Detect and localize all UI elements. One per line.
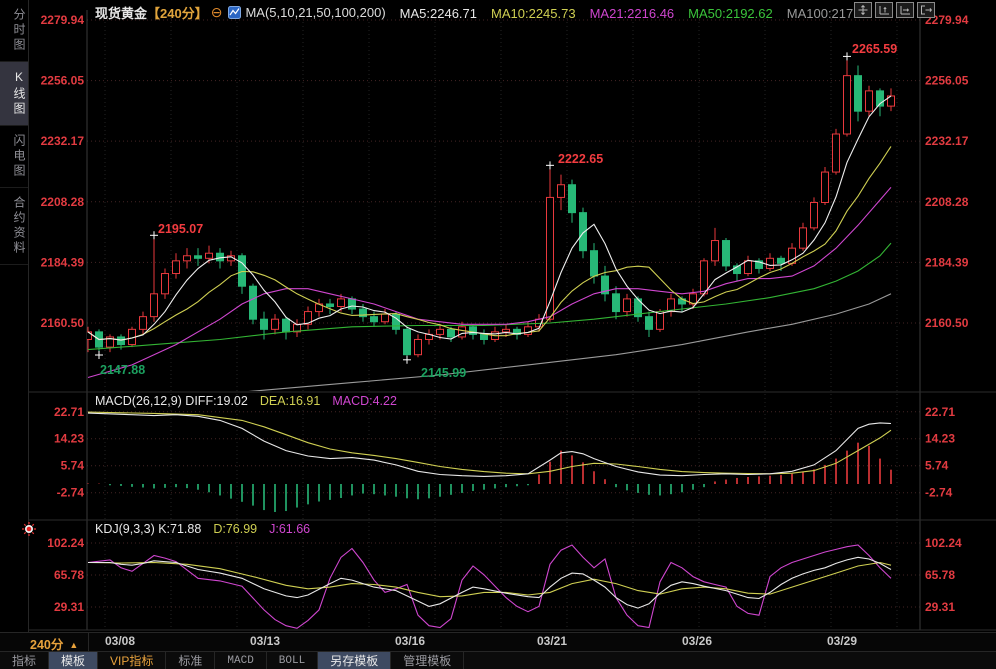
ma-value-1: MA10:2245.73 [491,6,576,21]
kdj-header: KDJ(9,3,3) K:71.88 D:76.99 J:61.66 [95,522,322,536]
macd-hdr-label-2: MACD:4.22 [332,394,397,408]
sidebar-item-1[interactable]: K线图 [0,62,28,126]
svg-text:2208.28: 2208.28 [925,195,969,209]
scale-axis-icon[interactable] [875,2,893,18]
svg-text:29.31: 29.31 [54,600,84,614]
svg-text:29.31: 29.31 [925,600,955,614]
svg-text:5.74: 5.74 [925,459,949,473]
kdj-hdr-label-1: D:76.99 [213,522,257,536]
ma-chart-icon [228,6,241,19]
svg-text:2256.05: 2256.05 [925,74,969,88]
pan-icon[interactable] [854,2,872,18]
ma-value-2: MA21:2216.46 [590,6,675,21]
svg-text:-2.74: -2.74 [57,486,85,500]
sidebar-item-2[interactable]: 闪电图 [0,126,28,188]
toolbar-item-5[interactable]: BOLL [267,652,318,669]
svg-text:2160.50: 2160.50 [925,316,969,330]
sidebar-item-3[interactable]: 合约资料 [0,188,28,265]
svg-text:22.71: 22.71 [925,405,955,419]
kdj-hdr-label-0: KDJ(9,3,3) K:71.88 [95,522,201,536]
svg-text:2160.50: 2160.50 [41,316,85,330]
svg-text:-2.74: -2.74 [925,486,953,500]
auto-scroll-icon[interactable] [896,2,914,18]
toolbar-item-6[interactable]: 另存模板 [318,652,391,669]
date-axis: 240分 ▲ 03/08 03/13 03/16 03/21 03/26 03/29 [0,632,996,652]
date-label: 03/13 [250,634,280,648]
app-root: 2279.942279.942256.052256.052232.172232.… [0,0,996,669]
svg-text:14.23: 14.23 [54,432,84,446]
toolbar-item-7[interactable]: 管理模板 [391,652,464,669]
ma-formula: MA(5,10,21,50,100,200) [245,5,385,20]
macd-hdr-label-0: MACD(26,12,9) DIFF:19.02 [95,394,248,408]
toolbar-item-4[interactable]: MACD [215,652,266,669]
svg-text:65.78: 65.78 [54,568,84,582]
annotations-layer: 2195.07 2147.88 2145.99 2222.65 2265.59 [95,42,897,380]
chart-canvas[interactable]: 2279.942279.942256.052256.052232.172232.… [0,0,996,632]
svg-text:5.74: 5.74 [61,459,85,473]
period-label: 【240分】 [147,6,208,21]
date-label: 03/21 [537,634,567,648]
toolbar-item-3[interactable]: 标准 [166,652,215,669]
ma-value-0: MA5:2246.71 [400,6,477,21]
chart-header: 现货黄金【240分】⊖MA(5,10,21,50,100,200)MA5:224… [95,3,853,19]
chart-toolbar-icons [854,2,935,18]
svg-text:2256.05: 2256.05 [41,74,85,88]
svg-text:2195.07: 2195.07 [158,222,203,236]
svg-text:2222.65: 2222.65 [558,152,603,166]
kdj-hdr-label-2: J:61.66 [269,522,310,536]
svg-text:2208.28: 2208.28 [41,195,85,209]
svg-text:2184.39: 2184.39 [41,255,85,269]
ma-value-3: MA50:2192.62 [688,6,773,21]
svg-text:14.23: 14.23 [925,432,955,446]
instrument-title: 现货黄金 [95,6,147,21]
date-label: 03/16 [395,634,425,648]
macd-hdr-label-1: DEA:16.91 [260,394,320,408]
sidebar-item-0[interactable]: 分时图 [0,0,28,62]
toolbar-item-1[interactable]: 模板 [49,652,98,669]
svg-text:2232.17: 2232.17 [41,134,85,148]
indicator-settings-icon[interactable] [21,521,37,537]
date-label: 03/29 [827,634,857,648]
toolbar-item-0[interactable]: 指标 [0,652,49,669]
svg-text:2145.99: 2145.99 [421,366,466,380]
date-axis-divider [88,633,89,651]
svg-text:102.24: 102.24 [925,536,962,550]
svg-text:2184.39: 2184.39 [925,255,969,269]
date-label: 03/26 [682,634,712,648]
period-dropdown-arrow: ▲ [69,640,78,650]
ma-lines-layer [88,96,891,398]
date-label: 03/08 [105,634,135,648]
toolbar-item-2[interactable]: VIP指标 [98,652,166,669]
svg-text:2265.59: 2265.59 [852,42,897,56]
macd-panel-layer [88,412,891,512]
sidebar: 分时图K线图闪电图合约资料 [0,0,29,632]
period-text: 240分 [30,638,63,652]
bottom-toolbar: 指标模板VIP指标标准MACDBOLL另存模板管理模板 [0,651,996,669]
svg-text:22.71: 22.71 [54,405,84,419]
svg-text:2232.17: 2232.17 [925,134,969,148]
svg-text:65.78: 65.78 [925,568,955,582]
kdj-panel-layer [88,545,891,628]
export-chart-icon[interactable] [917,2,935,18]
svg-text:102.24: 102.24 [47,536,84,550]
candles-layer [85,56,895,359]
collapse-panel-icon[interactable]: ⊖ [211,4,223,20]
macd-header: MACD(26,12,9) DIFF:19.02 DEA:16.91 MACD:4.… [95,394,409,408]
ma-values: MA5:2246.71 MA10:2245.73 MA21:2216.46 MA50:… [386,4,854,19]
ma-value-4: MA100:217 [787,6,854,21]
svg-text:2147.88: 2147.88 [100,363,145,377]
svg-text:2279.94: 2279.94 [41,13,85,27]
